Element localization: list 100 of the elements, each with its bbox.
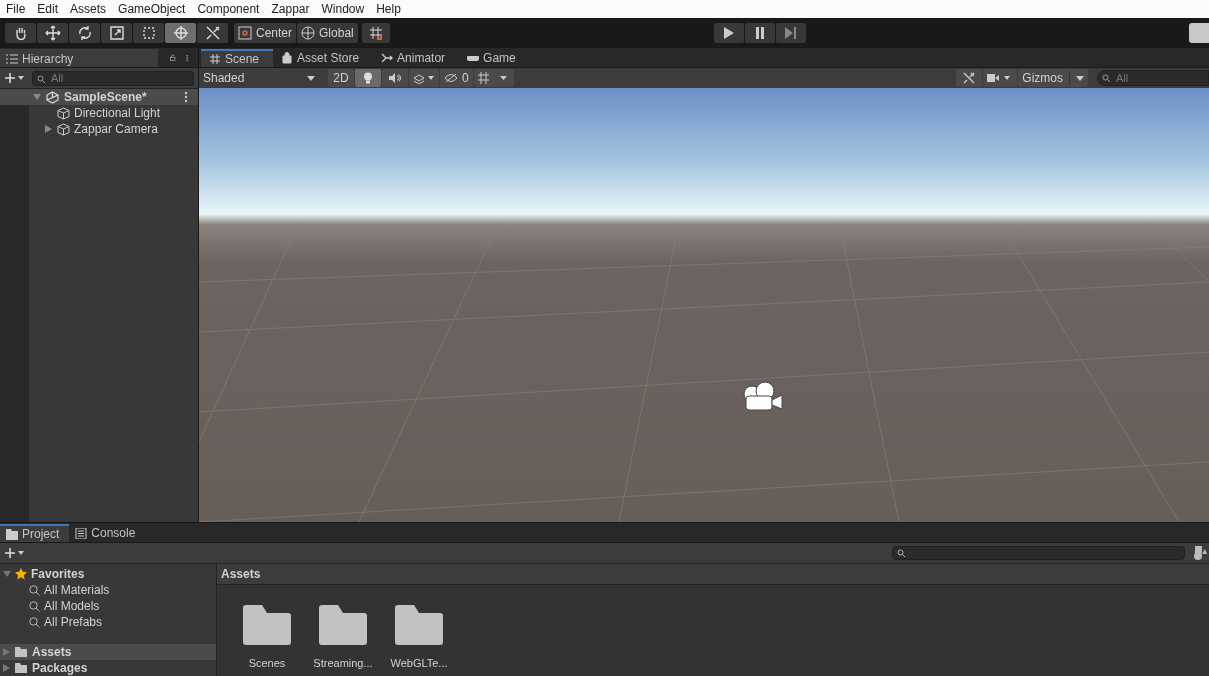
scene-search-field[interactable]: All (1097, 70, 1209, 86)
star-icon (15, 568, 27, 580)
camera-dropdown[interactable] (983, 69, 1018, 87)
grid-dropdown[interactable] (473, 69, 514, 87)
menu-item[interactable]: Assets (64, 2, 113, 16)
pivot-position-button[interactable]: Center (234, 23, 297, 43)
step-button[interactable] (775, 23, 806, 43)
caret-icon (307, 75, 315, 81)
add-button[interactable] (4, 70, 26, 86)
scene-view-tab[interactable]: Animator (373, 49, 460, 67)
folder-icon (15, 647, 27, 657)
speaker-icon (389, 73, 401, 83)
folder-icon (243, 605, 291, 645)
folder-icon (319, 605, 367, 645)
favorite-search-item[interactable]: All Models (0, 598, 216, 614)
search-icon (29, 616, 40, 628)
hierarchy-item[interactable]: Directional Light (0, 105, 198, 121)
pivot-rotation-button[interactable]: Global (297, 23, 358, 43)
rect-icon (140, 25, 157, 41)
menu-item[interactable]: Help (370, 2, 407, 16)
create-button[interactable] (4, 545, 26, 561)
crossed-tools-icon (204, 25, 221, 41)
scene-view-tab[interactable]: Game (459, 49, 530, 67)
rect-tool-button[interactable] (133, 23, 164, 43)
favorite-search-item[interactable]: All Prefabs (0, 614, 216, 630)
layers-icon (413, 72, 435, 84)
menu-item[interactable]: File (0, 2, 32, 16)
custom-tool-button[interactable] (197, 23, 228, 43)
search-icon (897, 549, 907, 557)
lighting-toggle[interactable] (355, 69, 381, 87)
rotate-icon (76, 25, 93, 41)
hash-icon (209, 53, 221, 65)
hidden-eye-icon (444, 73, 458, 83)
menu-item[interactable]: Window (315, 2, 371, 16)
scale-tool-button[interactable] (101, 23, 132, 43)
breadcrumb-label: Assets (217, 564, 1209, 585)
hidden-objects-toggle[interactable]: 0 (440, 69, 473, 87)
menu-item[interactable]: Edit (31, 2, 65, 16)
scene-row[interactable]: SampleScene* (0, 89, 198, 105)
step-icon (784, 27, 797, 39)
pause-button[interactable] (744, 23, 775, 43)
draw-mode-dropdown[interactable]: Shaded (199, 69, 319, 87)
project-folder-item[interactable]: Packages (0, 660, 216, 676)
scene-viewport[interactable] (199, 88, 1209, 522)
transform-tool-button[interactable] (165, 23, 196, 43)
light-bulb-icon (363, 72, 373, 84)
transform-icon (172, 25, 189, 41)
rotate-tool-button[interactable] (69, 23, 100, 43)
expanded-arrow-icon[interactable] (3, 570, 11, 578)
play-icon (723, 27, 734, 39)
search-icon (1102, 74, 1112, 82)
menu-item[interactable]: Zappar (265, 2, 316, 16)
move-tool-button[interactable] (37, 23, 68, 43)
folder-icon (15, 663, 27, 673)
menu-item[interactable]: Component (191, 2, 266, 16)
folder-icon (395, 605, 443, 645)
tools-button[interactable] (956, 69, 983, 87)
menu-item[interactable]: GameObject (112, 2, 192, 16)
scene-view-tab[interactable]: Asset Store (273, 49, 374, 67)
project-search-field[interactable] (892, 546, 1185, 560)
hierarchy-tab[interactable]: Hierarchy (0, 49, 159, 67)
more-icon[interactable] (184, 91, 188, 103)
search-field[interactable]: All (32, 70, 194, 86)
globe-icon (301, 26, 316, 40)
2d-toggle[interactable]: 2D (328, 69, 354, 87)
plus-dropdown-icon (5, 72, 25, 84)
asset-folder[interactable]: Streaming... (311, 605, 375, 669)
scene-name: SampleScene* (64, 90, 147, 104)
hand-tool-button[interactable] (5, 23, 36, 43)
bottom-panel-tab[interactable]: Console (69, 524, 146, 542)
favorites-item[interactable]: Favorites (0, 566, 216, 582)
expanded-arrow-icon[interactable] (33, 93, 41, 101)
play-button[interactable] (713, 23, 744, 43)
document-icon (75, 527, 88, 539)
grid-snap-icon (368, 26, 383, 40)
pivot-icon (238, 26, 252, 40)
audio-toggle[interactable] (382, 69, 408, 87)
scale-icon (108, 25, 125, 41)
cube-icon (57, 106, 70, 120)
caret-icon (1076, 75, 1084, 81)
cube-icon (57, 122, 70, 136)
scene-view-tab[interactable]: Scene (201, 49, 274, 67)
bottom-panel-tab[interactable]: Project (0, 524, 70, 542)
favorite-search-item[interactable]: All Materials (0, 582, 216, 598)
hierarchy-item[interactable]: Zappar Camera (0, 121, 198, 137)
branch-icon (381, 52, 394, 64)
effects-dropdown[interactable] (409, 69, 439, 87)
list-icon (6, 54, 18, 64)
asset-folder[interactable]: Scenes (235, 605, 299, 669)
shapes-icon[interactable] (1193, 546, 1207, 560)
gizmos-dropdown[interactable]: Gizmos (1018, 69, 1088, 87)
project-folder-item[interactable]: Assets (0, 644, 216, 660)
pause-icon (754, 27, 765, 39)
move-arrows-icon (44, 25, 61, 41)
collapsed-arrow-icon[interactable] (45, 125, 52, 133)
asset-folder[interactable]: WebGLTe... (387, 605, 451, 669)
grid-snap-button[interactable] (361, 23, 390, 43)
lock-icon[interactable] (170, 52, 176, 63)
shopping-bag-icon (281, 52, 294, 64)
search-icon (29, 600, 40, 612)
